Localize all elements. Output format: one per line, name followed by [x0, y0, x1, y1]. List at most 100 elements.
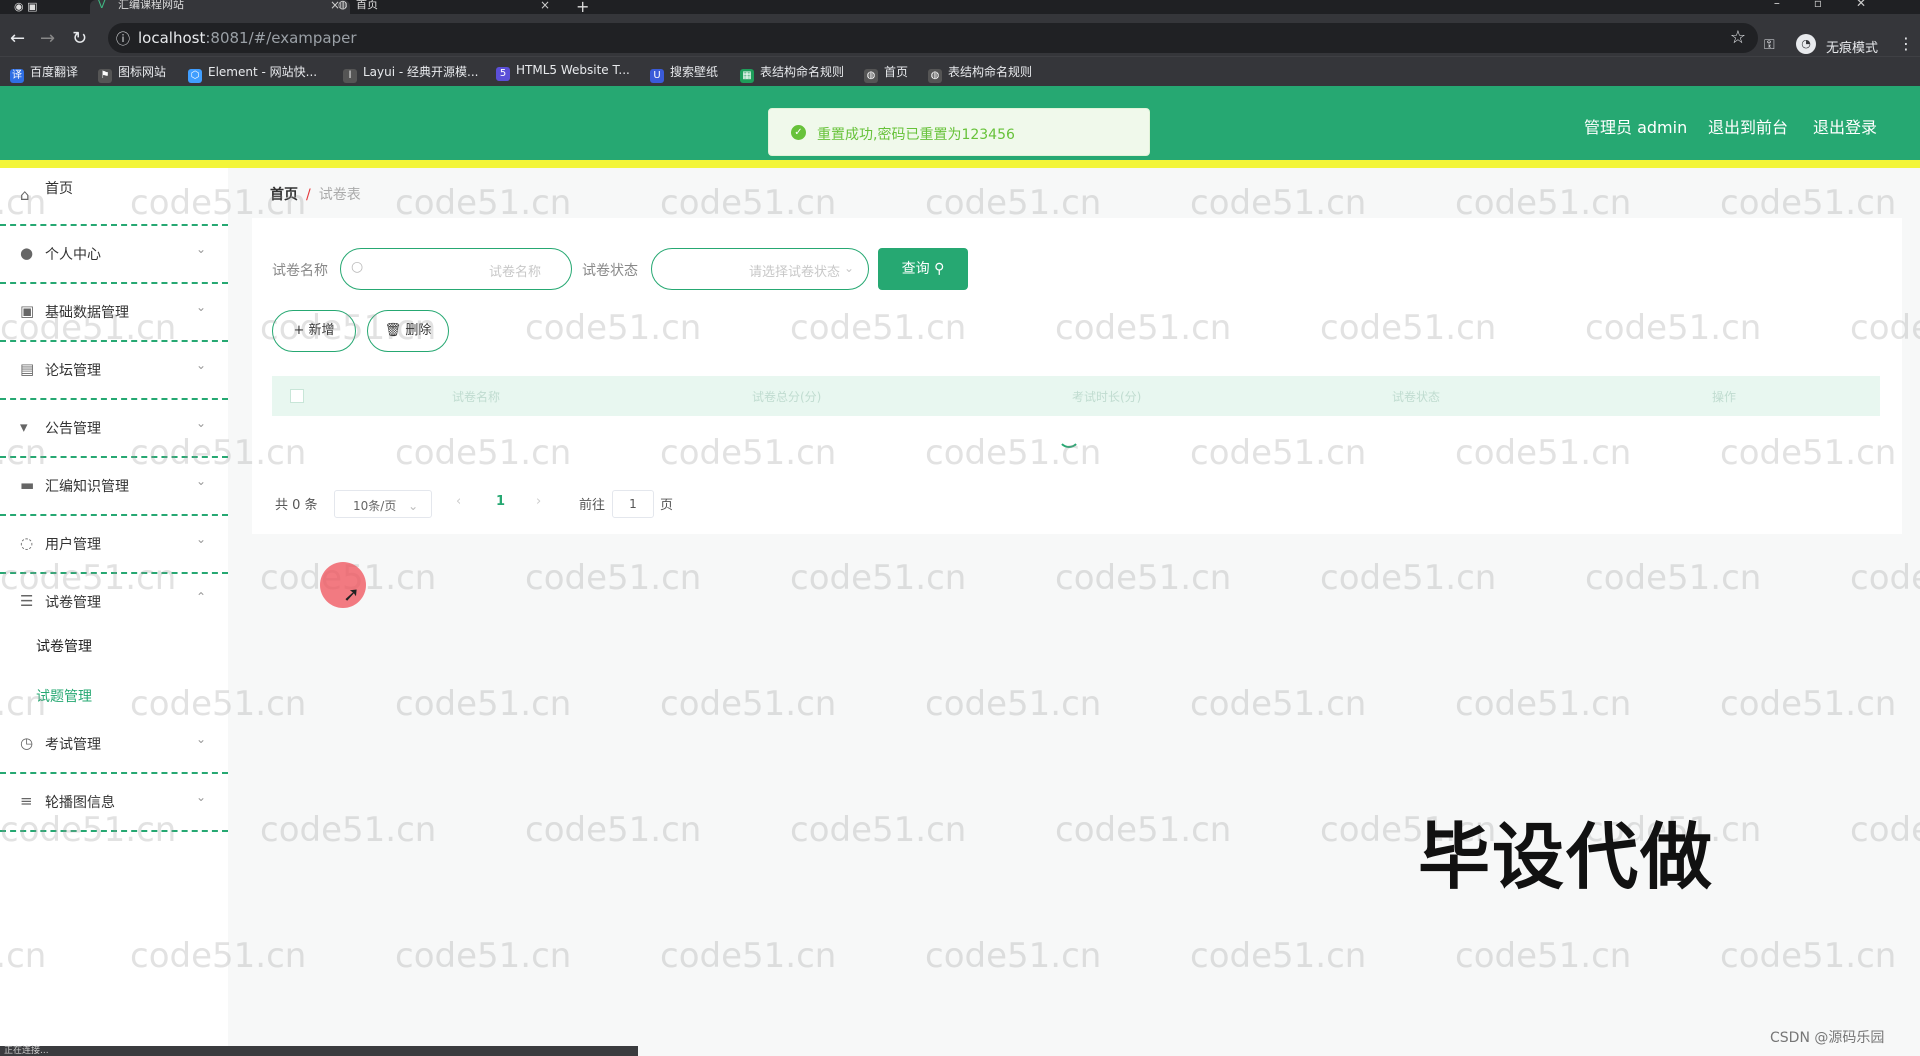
watermark-text: code51.cn	[1455, 936, 1632, 976]
browser-tab-strip: ◉ ▣ V 汇编课程网站 × ◍ 首页 × + –▫✕	[0, 0, 1920, 16]
watermark-text: code51.cn	[0, 558, 177, 598]
chevron-down-icon: ⌄	[408, 499, 419, 513]
paper-name-label: 试卷名称	[272, 263, 328, 279]
column-header: 考试时长(分)	[1072, 390, 1142, 404]
watermark-text: code51.cn	[260, 308, 437, 348]
bookmark-item[interactable]: ⚑ 图标网站	[98, 63, 166, 83]
submenu-item-exam-paper[interactable]: 试卷管理	[36, 636, 92, 656]
next-page-icon[interactable]: ›	[536, 494, 541, 509]
sidebar-item-personal-center[interactable]: ● 个人中心 ⌄	[0, 226, 228, 284]
watermark-text: code51.cn	[1190, 936, 1367, 976]
sidebar-item-forum[interactable]: ▤ 论坛管理 ⌄	[0, 342, 228, 400]
watermark-text: code51.cn	[790, 558, 967, 598]
bookmark-item[interactable]: 5 HTML5 Website T...	[496, 63, 630, 81]
back-arrow-icon[interactable]: ←	[10, 28, 25, 49]
forward-arrow-icon[interactable]: →	[40, 28, 55, 49]
bookmark-label: Layui - 经典开源模...	[363, 65, 479, 79]
bookmark-item[interactable]: 译百度翻译	[10, 63, 78, 83]
header-stripe	[0, 160, 1920, 168]
browser-status-bar: 正在连接...	[0, 1046, 638, 1056]
tab-title: 汇编课程网站	[118, 0, 184, 11]
watermark-text: code51.cn	[1455, 433, 1632, 473]
chevron-down-icon: ⌄	[196, 242, 207, 256]
layui-icon: l	[343, 69, 357, 83]
watermark-text: code51.cn	[1320, 558, 1497, 598]
watermark-text: code51.cn	[525, 308, 702, 348]
tab-inactive[interactable]: ◍ 首页 ×	[330, 0, 560, 14]
goto-label: 前往	[579, 498, 606, 513]
watermark-text: code51.cn	[130, 433, 307, 473]
select-all-checkbox[interactable]	[290, 389, 304, 403]
watermark-text: code51.cn	[525, 810, 702, 850]
browser-menu-icon[interactable]: ⋮	[1898, 34, 1914, 53]
sidebar-item-label: 个人中心	[45, 247, 101, 263]
watermark-text: code51.cn	[660, 183, 837, 223]
chevron-down-icon: ⌄	[196, 790, 207, 804]
knowledge-icon: ▬	[20, 476, 35, 494]
current-page[interactable]: 1	[496, 494, 505, 509]
close-tab-icon[interactable]: ×	[540, 0, 550, 11]
bookmark-item[interactable]: ◍ 首页	[864, 63, 908, 83]
goto-page-input[interactable]: 1	[612, 490, 654, 518]
watermark-text: code51.cn	[1190, 684, 1367, 724]
window-controls[interactable]: –▫✕	[1774, 0, 1900, 10]
bookmark-label: HTML5 Website T...	[516, 63, 630, 77]
watermark-text: code51.cn	[1055, 810, 1232, 850]
toast-message: 重置成功,密码已重置为123456	[817, 127, 1015, 143]
breadcrumb-current: 试卷表	[318, 187, 361, 203]
page-size-select[interactable]: 10条/页 ⌄	[334, 490, 432, 518]
credit-watermark: CSDN @源码乐园	[1770, 1030, 1885, 1046]
chevron-down-icon: ⌄	[196, 416, 207, 430]
watermark-text: code51.cn	[0, 433, 47, 473]
chevron-down-icon: ⌄	[196, 474, 207, 488]
tab-active[interactable]: V 汇编课程网站 ×	[90, 0, 350, 14]
paper-status-label: 试卷状态	[582, 263, 638, 279]
column-header: 操作	[1712, 390, 1737, 404]
paper-name-input[interactable]: ○ 试卷名称	[340, 248, 572, 290]
chevron-down-icon: ⌄	[843, 261, 854, 275]
watermark-text: code51.cn	[1720, 183, 1897, 223]
logout-link[interactable]: 退出登录	[1813, 114, 1877, 138]
watermark-text: code51.cn	[1850, 558, 1920, 598]
wallpaper-icon: U	[650, 69, 664, 83]
watermark-text: code51.cn	[130, 183, 307, 223]
bookmarks-bar: 译百度翻译 ⚑ 图标网站 ⬡ Element - 网站快... l Layui - 经典开源…	[0, 56, 1920, 86]
watermark-text: code51.cn	[660, 936, 837, 976]
vue-favicon-icon: V	[98, 0, 106, 11]
page-suffix: 页	[660, 498, 674, 513]
bookmark-item[interactable]: l Layui - 经典开源模...	[343, 63, 478, 83]
app-header: ✓ 重置成功,密码已重置为123456 管理员 admin 退出到前台 退出登录	[0, 86, 1920, 160]
bookmark-label: 图标网站	[118, 65, 167, 79]
watermark-text: code51.cn	[395, 433, 572, 473]
check-circle-icon: ✓	[791, 125, 806, 140]
watermark-text: code51.cn	[1720, 433, 1897, 473]
bookmark-item[interactable]: ⬡ Element - 网站快...	[188, 63, 317, 83]
users-icon: ◌	[20, 534, 34, 552]
reload-icon[interactable]: ↻	[72, 28, 87, 49]
bookmark-item[interactable]: U 搜索壁纸	[650, 63, 718, 83]
query-button[interactable]: 查询 ⚲	[878, 248, 968, 290]
bookmark-star-icon[interactable]: ☆	[1730, 27, 1746, 48]
back-to-front-link[interactable]: 退出到前台	[1708, 114, 1788, 138]
paper-status-select[interactable]: 请选择试卷状态 ⌄	[651, 248, 869, 290]
baidu-translate-icon: 译	[10, 69, 24, 83]
element-icon: ⬡	[188, 69, 202, 83]
sidebar-item-label: 论坛管理	[45, 363, 101, 379]
sidebar-item-label: 公告管理	[45, 421, 101, 437]
watermark-text: code51.cn	[1720, 684, 1897, 724]
sidebar-item-exam[interactable]: ◷ 考试管理 ⌄	[0, 716, 228, 774]
watermark-text: code51.cn	[0, 684, 47, 724]
bookmark-item[interactable]: ◍ 表结构命名规则	[928, 63, 1032, 83]
tab-search-icon[interactable]: ◉ ▣	[14, 0, 38, 13]
url-field[interactable]: ⓘ localhost:8081/#/exampaper ☆	[108, 23, 1758, 53]
url-text: localhost:8081/#/exampaper	[138, 29, 357, 47]
html5-icon: 5	[496, 67, 510, 81]
watermark-text: code51.cn	[790, 810, 967, 850]
prev-page-icon[interactable]: ‹	[456, 494, 461, 509]
incognito-icon[interactable]: ◔	[1796, 34, 1816, 54]
site-info-icon[interactable]: ⓘ	[116, 29, 130, 49]
watermark-text: code51.cn	[925, 684, 1102, 724]
bookmark-item[interactable]: ▦ 表结构命名规则	[740, 63, 844, 83]
key-icon[interactable]: ⚿	[1764, 37, 1775, 53]
sliders-icon: ≡	[20, 792, 33, 810]
